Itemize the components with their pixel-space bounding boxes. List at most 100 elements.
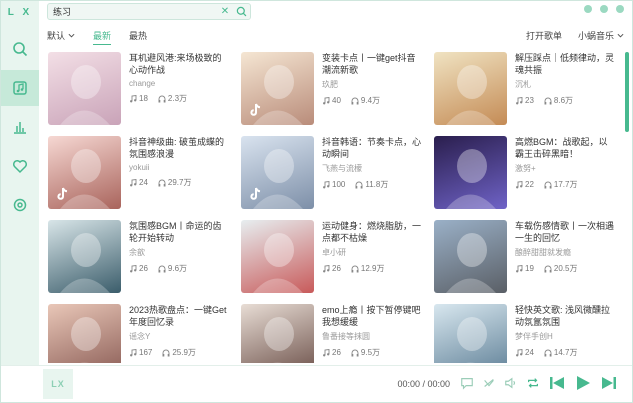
playlist-info: 变装卡点丨一键get抖音潮流新歌 玖肥 40 9.4万 [322,52,422,125]
listen-count-value: 2.3万 [167,94,188,103]
playlist-title[interactable]: 2023热歌盘点：一键Get年度回忆录 [129,304,229,328]
music-library-icon [13,81,27,95]
nav-settings[interactable] [1,187,39,223]
sidebar: L X [1,1,39,365]
playlist-title[interactable]: 抖音神级曲: 破茧成蝶的氛围感浪漫 [129,136,229,160]
playlist-cover[interactable] [48,136,121,209]
listen-count-value: 12.9万 [360,264,385,273]
playlist-meta: 23 8.6万 [515,95,614,106]
next-button[interactable] [600,374,618,394]
playlist-card[interactable]: 变装卡点丨一键get抖音潮流新歌 玖肥 40 9.4万 [241,52,422,125]
listen-count: 8.6万 [544,95,573,106]
toolbar-right: 打开歌单 小蜗音乐 [526,29,624,42]
lyric-icon [484,379,494,387]
playlist-author: 酿醉甜甜就发瘾 [515,248,571,257]
playlist-title[interactable]: 氛围感BGM丨命运的齿轮开始转动 [129,220,229,244]
headphones-icon [158,95,166,102]
music-note-icon [516,96,523,104]
playlist-author: yokuii [129,163,150,172]
playlist-card[interactable]: 车载伤感情歌丨一次相遇一生的回忆 酿醉甜甜就发瘾 19 20.5万 [434,220,614,293]
track-count: 100 [322,179,345,190]
playlist-title[interactable]: 解压踩点｜低频律动，灵魂共振 [515,52,614,76]
search-button[interactable] [232,4,250,19]
playlist-info: 车载伤感情歌丨一次相遇一生的回忆 酿醉甜甜就发瘾 19 20.5万 [515,220,614,293]
prev-button[interactable] [548,374,566,394]
sort-select[interactable]: 默认 [47,29,75,42]
comment-button[interactable] [460,376,474,392]
track-count-value: 18 [139,94,148,103]
playlist-title[interactable]: 抖音韩语：节奏卡点，心动瞬间 [322,136,422,160]
source-label: 小蜗音乐 [577,30,614,41]
playlist-title[interactable]: 高燃BGM：战歌起，以霸王击碎黑暗！ [515,136,614,160]
playlist-cover[interactable] [434,136,507,209]
playlist-cover[interactable] [434,304,507,363]
playlist-title[interactable]: 变装卡点丨一键get抖音潮流新歌 [322,52,422,76]
listen-count-value: 14.7万 [553,348,578,357]
headphones-icon [162,349,170,356]
listen-count-value: 9.6万 [167,264,188,273]
playlist-title[interactable]: 运动健身：燃烧脂肪，一点都不枯燥 [322,220,422,244]
tab-hot[interactable]: 最热 [129,29,147,42]
playlist-title[interactable]: 车载伤感情歌丨一次相遇一生的回忆 [515,220,614,244]
playlist-cover[interactable] [48,52,121,125]
nav-favorites[interactable] [1,148,39,184]
track-count-value: 167 [139,348,153,357]
playlist-cover[interactable] [241,136,314,209]
volume-button[interactable] [504,376,518,392]
play-button[interactable] [574,374,592,394]
music-note-icon [323,96,330,104]
playlist-cover[interactable] [241,220,314,293]
app-logo: L X [7,7,33,18]
player-time: 00:00 / 00:00 [397,379,450,389]
listen-count: 14.7万 [544,347,578,358]
loop-button[interactable] [526,376,540,392]
playlist-card[interactable]: 抖音神级曲: 破茧成蝶的氛围感浪漫 yokuii 24 29.7万 [48,136,229,209]
clear-icon[interactable]: ✕ [218,6,232,17]
playlist-title[interactable]: 耳机避风港:来场极致的心动作战 [129,52,229,76]
playlist-author: 卓小研 [322,248,346,257]
track-count-value: 19 [525,264,534,273]
music-note-icon [130,348,137,356]
playlist-card[interactable]: 解压踩点｜低频律动，灵魂共振 沉札 23 8.6万 [434,52,614,125]
playlist-cover[interactable] [434,52,507,125]
playlist-cover[interactable] [241,304,314,363]
settings-icon [13,198,27,212]
playlist-card[interactable]: 氛围感BGM丨命运的齿轮开始转动 余歆 26 9.6万 [48,220,229,293]
listen-count-value: 9.5万 [360,348,381,357]
tab-latest[interactable]: 最新 [93,29,112,45]
search-input[interactable] [53,6,218,17]
playlist-card[interactable]: 轻快英文歌: 浅风微醺拉动氛氲氛围 梦伴手创H 24 14.7万 [434,304,614,363]
playlist-info: 2023热歌盘点：一键Get年度回忆录 谣念Y 167 25.9万 [129,304,229,363]
desktop-lyric-button[interactable] [482,376,496,392]
nav-search[interactable] [1,31,39,67]
playlist-cover[interactable] [434,220,507,293]
playlist-cover[interactable] [48,304,121,363]
playlist-card[interactable]: 耳机避风港:来场极致的心动作战 change 18 2.3万 [48,52,229,125]
playlist-card[interactable]: emo上瘾丨按下暂停键吧我想缓缓 鲁番接等抹圆 26 9.5万 [241,304,422,363]
headphones-icon [351,97,359,104]
nav-playlists[interactable] [1,70,39,106]
track-count: 23 [515,95,534,106]
playlist-cover[interactable] [48,220,121,293]
playlist-card[interactable]: 抖音韩语：节奏卡点，心动瞬间 飞燕与流檬 100 11.8万 [241,136,422,209]
music-note-icon [516,264,523,272]
music-note-icon [323,348,330,356]
playlist-card[interactable]: 高燃BGM：战歌起，以霸王击碎黑暗！ 激努+ 22 17.7万 [434,136,614,209]
open-playlist-button[interactable]: 打开歌单 [526,29,562,42]
playlist-card[interactable]: 运动健身：燃烧脂肪，一点都不枯燥 卓小研 26 12.9万 [241,220,422,293]
player-cover[interactable]: LX [43,369,73,399]
listen-count-value: 9.4万 [360,96,381,105]
playlist-title[interactable]: emo上瘾丨按下暂停键吧我想缓缓 [322,304,422,328]
playlist-cover[interactable] [241,52,314,125]
nav-charts[interactable] [1,109,39,145]
source-select[interactable]: 小蜗音乐 [578,29,624,42]
headphones-icon [355,181,363,188]
playlist-card[interactable]: 2023热歌盘点：一键Get年度回忆录 谣念Y 167 25.9万 [48,304,229,363]
scrollbar[interactable] [625,52,629,132]
track-count-value: 24 [525,348,534,357]
playlist-meta: 26 12.9万 [322,263,422,274]
playlist-author: 余歆 [129,248,145,257]
headphones-icon [544,349,552,356]
playlist-title[interactable]: 轻快英文歌: 浅风微醺拉动氛氲氛围 [515,304,614,328]
music-note-icon [130,178,137,186]
